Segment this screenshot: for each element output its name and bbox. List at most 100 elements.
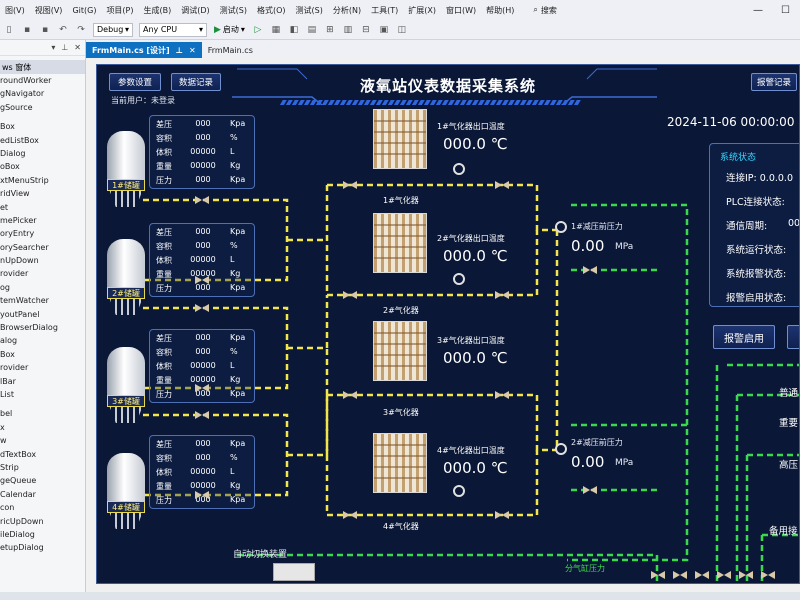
menu-item-test-2[interactable]: 测试(S)	[291, 5, 328, 16]
row-unit: Kpa	[230, 283, 246, 292]
row-unit: Kpa	[230, 333, 246, 342]
toolbox-item[interactable]: mePicker	[0, 214, 85, 227]
toolbox-item[interactable]: Box	[0, 348, 85, 361]
toolbox-item[interactable]: BrowserDialog	[0, 321, 85, 334]
toolbox-header: ▾ ⊥ ✕	[0, 40, 85, 56]
tab-frmmain-designer[interactable]: FrmMain.cs [设计] ⊥ ✕	[86, 42, 202, 58]
toolbar-icon-1[interactable]: ▦	[269, 23, 283, 37]
row-name: 压力	[156, 176, 172, 185]
toolbox-item[interactable]: ricUpDown	[0, 515, 85, 528]
undo-icon[interactable]: ↶	[56, 23, 70, 37]
menu-item-format[interactable]: 格式(O)	[252, 5, 291, 16]
vaporizer-4-name: 4#气化器	[383, 522, 419, 531]
toolbar-icon-8[interactable]: ◫	[395, 23, 409, 37]
toolbox-item[interactable]: Strip	[0, 461, 85, 474]
toolbox-item[interactable]: edListBox	[0, 134, 85, 147]
redo-icon[interactable]: ↷	[74, 23, 88, 37]
menu-item-help[interactable]: 帮助(H)	[481, 5, 519, 16]
status-period: 通信周期:	[726, 221, 768, 232]
toolbox-item[interactable]: gSource	[0, 101, 85, 114]
toolbox-item[interactable]: alog	[0, 334, 85, 347]
toolbox-item[interactable]: temWatcher	[0, 294, 85, 307]
toolbar-icon-3[interactable]: ▤	[305, 23, 319, 37]
toolbox-item[interactable]: oryEntry	[0, 227, 85, 240]
toolbar-icon-4[interactable]: ⊞	[323, 23, 337, 37]
maximize-icon[interactable]: ☐	[781, 5, 790, 16]
toolbox-group[interactable]: ws 窗体	[0, 60, 85, 74]
search-box[interactable]: ⌕ 搜索	[533, 5, 556, 16]
reducer-1-label: 1#减压前压力	[571, 222, 623, 231]
row-unit: %	[230, 347, 238, 356]
tab-frmmain-code[interactable]: FrmMain.cs	[202, 42, 259, 58]
menu-item-window[interactable]: 窗口(W)	[441, 5, 481, 16]
status-bar	[0, 592, 800, 600]
toolbox-item[interactable]: etupDialog	[0, 541, 85, 554]
toolbox-item[interactable]: Dialog	[0, 147, 85, 160]
pin-icon[interactable]: ⊥	[176, 46, 183, 55]
toolbar-icon-5[interactable]: ▥	[341, 23, 355, 37]
toolbox-item[interactable]: x	[0, 421, 85, 434]
toolbox-item[interactable]: et	[0, 201, 85, 214]
alarm-disable-button[interactable]	[787, 325, 799, 349]
toolbox-item[interactable]: rovider	[0, 361, 85, 374]
toolbox-item[interactable]: dTextBox	[0, 448, 85, 461]
save-icon[interactable]: ▪	[20, 23, 34, 37]
menu-item-build[interactable]: 生成(B)	[139, 5, 177, 16]
menu-item-git[interactable]: Git(G)	[67, 6, 101, 15]
toolbox-item[interactable]: oBox	[0, 160, 85, 173]
toolbox-item[interactable]: xtMenuStrip	[0, 174, 85, 187]
menu-item-tools[interactable]: 工具(T)	[366, 5, 403, 16]
minimize-icon[interactable]: —	[753, 5, 763, 16]
toolbar-icon-2[interactable]: ◧	[287, 23, 301, 37]
toolbox-item[interactable]: bel	[0, 407, 85, 420]
menu-item-extensions[interactable]: 扩展(X)	[403, 5, 441, 16]
toolbox-item[interactable]: lBar	[0, 375, 85, 388]
menu-item-project[interactable]: 项目(P)	[101, 5, 138, 16]
open-file-icon[interactable]: ▯	[2, 23, 16, 37]
toolbox-item[interactable]: List	[0, 388, 85, 401]
valve-icon	[695, 571, 709, 579]
toolbox-item[interactable]: ridView	[0, 187, 85, 200]
start-button[interactable]: ▶ 启动 ▾	[214, 24, 245, 35]
toolbox-item[interactable]: orySearcher	[0, 241, 85, 254]
chevron-down-icon[interactable]: ▾	[51, 43, 55, 52]
toolbar-icon-7[interactable]: ▣	[377, 23, 391, 37]
toolbox-item[interactable]: geQueue	[0, 474, 85, 487]
toolbox-item[interactable]: nUpDown	[0, 254, 85, 267]
close-icon[interactable]: ✕	[74, 43, 81, 52]
toolbox-item[interactable]: roundWorker	[0, 74, 85, 87]
vaporizer-1	[373, 109, 427, 169]
menu-item-analyze[interactable]: 分析(N)	[328, 5, 366, 16]
chevron-down-icon: ▾	[198, 25, 203, 34]
toolbox-item[interactable]: rovider	[0, 267, 85, 280]
toolbox-item[interactable]: ileDialog	[0, 528, 85, 541]
alarm-enable-button[interactable]: 报警启用	[713, 325, 775, 349]
valve-icon	[739, 571, 753, 579]
run-without-debug-icon[interactable]: ▷	[251, 23, 265, 37]
row-unit: Kpa	[230, 119, 246, 128]
toolbox-item[interactable]: con	[0, 501, 85, 514]
tab-label: FrmMain.cs	[207, 45, 253, 55]
platform-select[interactable]: Any CPU ▾	[139, 22, 207, 37]
toolbox-item[interactable]: youtPanel	[0, 308, 85, 321]
menu-item-view-1[interactable]: 图(V)	[0, 5, 30, 16]
menu-item-test-1[interactable]: 测试(S)	[215, 5, 252, 16]
pin-icon[interactable]: ⊥	[61, 43, 68, 52]
toolbox-item[interactable]: gNavigator	[0, 87, 85, 100]
close-icon[interactable]: ✕	[189, 46, 196, 55]
config-select[interactable]: Debug ▾	[93, 22, 133, 37]
data-row: 压力 000 Kpa	[150, 174, 256, 188]
toolbar-icon-6[interactable]: ⊟	[359, 23, 373, 37]
menu-item-view[interactable]: 视图(V)	[30, 5, 68, 16]
data-row: 差压 000 Kpa	[150, 118, 256, 132]
data-row: 体积 00000 L	[150, 360, 256, 374]
valve-icon	[495, 181, 509, 189]
menu-item-debug[interactable]: 调试(D)	[176, 5, 214, 16]
toolbox-item[interactable]: Calendar	[0, 488, 85, 501]
toolbox-item[interactable]: Box	[0, 120, 85, 133]
save-all-icon[interactable]: ▪	[38, 23, 52, 37]
toolbox-item[interactable]: w	[0, 434, 85, 447]
toolbox-item[interactable]: og	[0, 281, 85, 294]
data-row: 差压 000 Kpa	[150, 438, 256, 452]
hmi-form[interactable]: 参数设置 数据记录 报警记录 液氧站仪表数据采集系统 当前用户：未登录 2024…	[96, 64, 800, 584]
